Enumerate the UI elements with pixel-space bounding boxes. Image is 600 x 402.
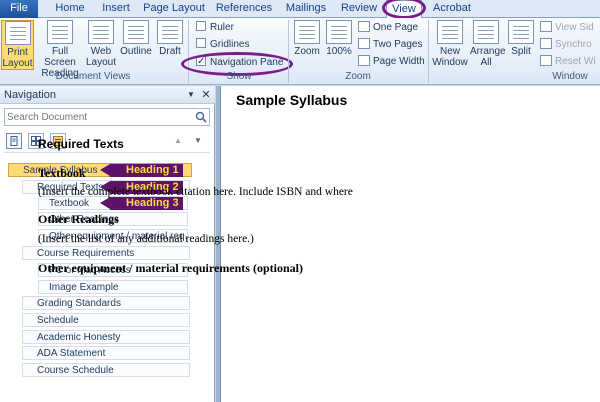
browse-headings-tab[interactable] [6,133,22,149]
document-heading-other-readings: Other Readings [38,212,119,226]
page-width-button[interactable]: Page Width [358,54,425,69]
new-window-icon [437,20,463,44]
navigation-pane-title: Navigation [0,86,215,104]
headings-icon [10,136,18,146]
print-layout-button[interactable]: Print Layout [1,20,34,70]
web-layout-icon [88,20,114,44]
close-icon[interactable]: ✕ [200,86,212,104]
print-layout-icon [4,21,31,45]
two-pages-icon [358,38,370,49]
page-width-icon [358,55,370,66]
nav-heading-academic-honesty[interactable]: Academic Honesty [22,330,190,344]
nav-heading-course-schedule[interactable]: Course Schedule [22,363,190,377]
document-paragraph-other-readings: (Insert the list of any additional readi… [38,233,254,245]
zoom-100-button[interactable]: 100% [324,20,354,70]
document-page[interactable] [220,86,600,402]
view-side-by-side-button[interactable]: View Sid [540,20,594,35]
show-group-label: Show [226,71,252,82]
document-area [216,86,600,402]
magnifier-icon [294,20,320,44]
document-paragraph-textbook: (Insert the complete textbook citation h… [38,186,353,198]
nav-heading-grading-standards[interactable]: Grading Standards [22,296,190,310]
heading-1-annotation: Heading 1 [110,164,183,177]
document-views-group-label: Document Views [55,71,131,82]
outline-icon [123,20,149,44]
zoom-button[interactable]: Zoom [292,20,322,70]
nav-heading-course-requirements[interactable]: Course Requirements [22,246,190,260]
arrange-all-button[interactable]: Arrange All [470,20,506,70]
split-icon [508,20,534,44]
group-separator [188,20,189,83]
new-window-button[interactable]: New Window [432,20,468,70]
reset-window-icon [540,55,552,66]
web-layout-button[interactable]: Web Layout [86,20,116,70]
ruler-checkbox[interactable]: Ruler [196,20,234,35]
draft-button[interactable]: Draft [156,20,184,70]
checkbox-icon [196,38,206,48]
gridlines-checkbox[interactable]: Gridlines [196,37,249,52]
pane-options-chevron-down-icon[interactable]: ▼ [185,86,197,104]
checkbox-icon [196,21,206,31]
zoom-group-label: Zoom [345,71,371,82]
reset-window-position-button[interactable]: Reset Wi [540,54,596,69]
nav-heading-ada-statement[interactable]: ADA Statement [22,346,190,360]
tab-file[interactable]: File [0,0,38,18]
document-heading-required-texts: Required Texts [38,137,124,151]
synchronous-scrolling-button[interactable]: Synchro [540,37,592,52]
document-title: Sample Syllabus [236,92,348,108]
tab-acrobat[interactable]: Acrobat [428,0,476,18]
full-screen-reading-button[interactable]: Full Screen Reading [36,20,84,79]
previous-heading-arrow-icon[interactable]: ▲ [172,134,184,148]
heading-3-annotation: Heading 3 [110,197,183,210]
tab-page-layout[interactable]: Page Layout [142,0,206,18]
ribbon: Print Layout Full Screen Reading Web Lay… [0,18,600,85]
view-side-by-side-icon [540,21,552,32]
group-separator [428,20,429,83]
window-group-label: Window [552,71,588,82]
nav-heading-image-example[interactable]: Image Example [38,280,188,294]
tab-insert[interactable]: Insert [96,0,136,18]
outline-button[interactable]: Outline [118,20,154,70]
tab-mailings[interactable]: Mailings [280,0,332,18]
nav-heading-schedule[interactable]: Schedule [22,313,190,327]
tab-references[interactable]: References [213,0,275,18]
split-button[interactable]: Split [506,20,536,70]
next-heading-arrow-icon[interactable]: ▼ [192,134,204,148]
two-pages-button[interactable]: Two Pages [358,37,422,52]
full-screen-reading-icon [47,20,73,44]
draft-icon [157,20,183,44]
one-page-icon [358,21,370,32]
ribbon-tab-bar: File Home Insert Page Layout References … [0,0,600,19]
synchronous-scrolling-icon [540,38,552,49]
arrange-all-icon [473,20,499,44]
zoom-100-icon [326,20,352,44]
tab-home[interactable]: Home [48,0,92,18]
tab-review[interactable]: Review [337,0,381,18]
document-heading-textbook: Textbook [38,166,86,180]
document-heading-other-equipment: Other equipment / material requirements … [38,261,303,275]
search-input[interactable] [7,110,187,124]
search-icon[interactable] [195,111,207,123]
search-box [4,108,210,126]
group-separator [288,20,289,83]
one-page-button[interactable]: One Page [358,20,418,35]
